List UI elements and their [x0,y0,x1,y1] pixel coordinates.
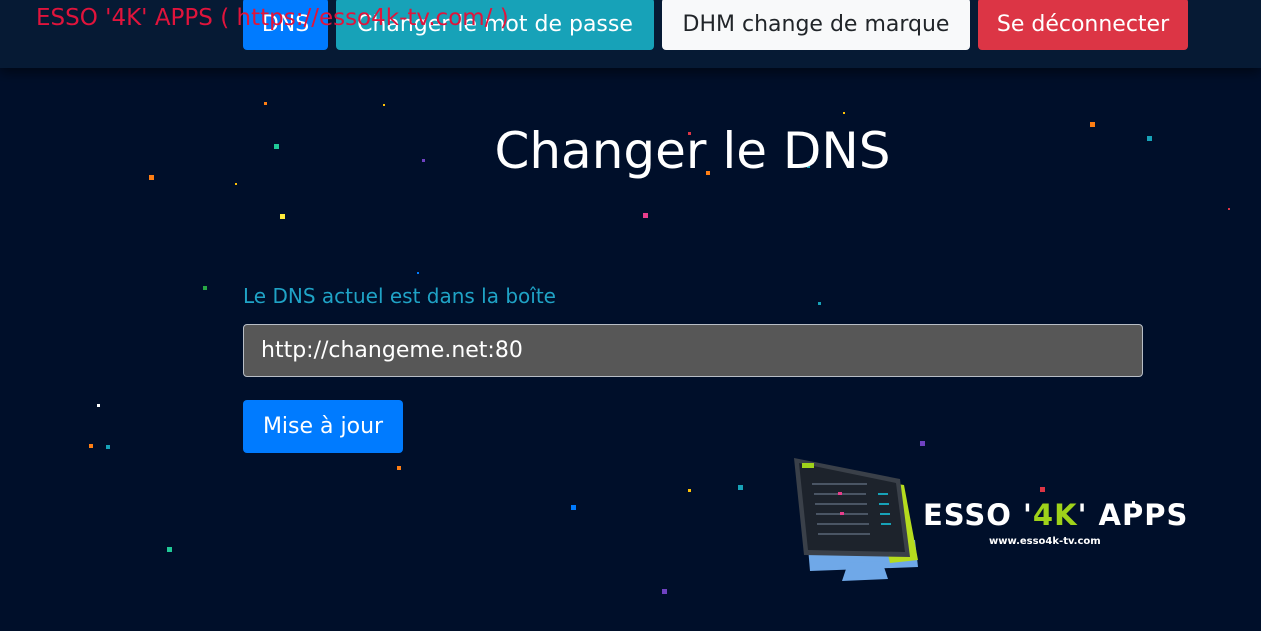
logo-wordmark: ESSO '4K' APPS [923,498,1188,532]
brand-logo: ESSO '4K' APPS www.esso4k-tv.com [790,455,1190,585]
brand-name: ESSO '4K' APPS ( [36,5,230,31]
update-button[interactable]: Mise à jour [243,400,403,453]
page-title: Changer le DNS [494,122,891,180]
dhm-rebrand-button[interactable]: DHM change de marque [662,0,970,50]
brand-close: ) [499,5,509,31]
brand-link[interactable]: https://esso4k-tv.com/ [237,5,493,31]
logo-accent: 4K [1032,498,1078,532]
monitor-icon [794,458,918,581]
brand-title: ESSO '4K' APPS ( https://esso4k-tv.com/ … [36,5,509,31]
logo-suffix: ' APPS [1077,498,1189,532]
logo-url: www.esso4k-tv.com [989,536,1101,547]
page: DNS Changer le mot de passe DHM change d… [0,0,1261,631]
logo-prefix: ESSO ' [923,498,1033,532]
dns-field-label: Le DNS actuel est dans la boîte [243,284,556,308]
dns-input[interactable] [243,324,1143,377]
logout-button[interactable]: Se déconnecter [978,0,1188,50]
